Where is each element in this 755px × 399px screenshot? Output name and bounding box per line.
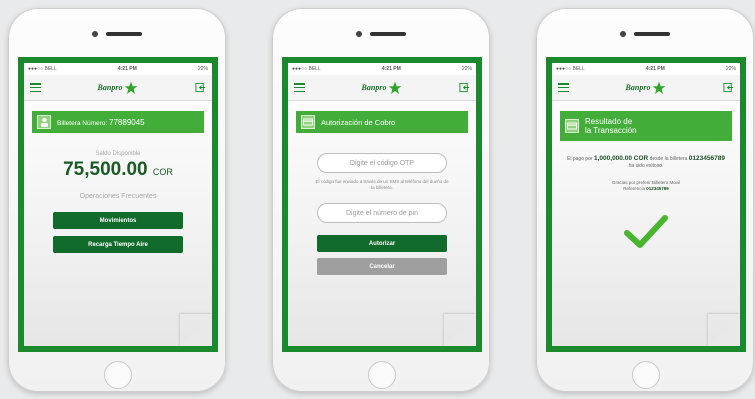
page-curl: [444, 314, 476, 346]
balance-amount: 75,500.00: [63, 159, 148, 180]
balance-label: Saldo Disponible: [95, 151, 141, 157]
screen-content: ●●●○○ BELL 4:21 PM 22% Banpro Resultado …: [552, 63, 740, 346]
speaker-slot: [370, 32, 406, 36]
reference-label: Referencia: [623, 186, 645, 191]
home-button[interactable]: [104, 361, 132, 389]
camera-dot: [620, 31, 626, 37]
payment-amount: 1,000,000.00 COR: [594, 155, 649, 162]
phone-frame-1: ●●●○○ BELL 4:21 PM 22% Banpro Billetera …: [8, 8, 226, 392]
user-icon: [37, 115, 51, 129]
camera-dot: [356, 31, 362, 37]
checkmark-icon: [624, 215, 668, 248]
brand-logo: Banpro: [98, 81, 139, 95]
status-carrier: ●●●○○ BELL: [556, 66, 585, 72]
authorization-banner: Autorización de Cobro: [296, 111, 468, 133]
movements-button[interactable]: Movimientos: [53, 212, 183, 229]
home-button[interactable]: [368, 361, 396, 389]
status-time: 4:21 PM: [381, 66, 401, 72]
otp-input[interactable]: Digite el código OTP: [317, 153, 447, 173]
result-text-prefix: El pago por: [567, 156, 593, 162]
logout-icon[interactable]: [723, 82, 734, 93]
authorization-title: Autorización de Cobro: [321, 117, 396, 127]
wallet-number: 77889045: [109, 117, 145, 127]
screen-content: ●●●○○ BELL 4:21 PM 22% Banpro Billetera …: [24, 63, 212, 346]
screen-wallet-home: ●●●○○ BELL 4:21 PM 22% Banpro Billetera …: [18, 57, 218, 352]
status-time: 4:21 PM: [117, 66, 137, 72]
phone-frame-2: ●●●○○ BELL 4:21 PM 22% Banpro Autorizaci…: [272, 8, 490, 392]
status-bar: ●●●○○ BELL 4:21 PM 22%: [288, 63, 476, 75]
camera-dot: [92, 31, 98, 37]
pin-input[interactable]: Digite el número de pin: [317, 203, 447, 223]
phone-frame-3: ●●●○○ BELL 4:21 PM 22% Banpro Resultado …: [536, 8, 754, 392]
status-carrier: ●●●○○ BELL: [292, 66, 321, 72]
phone-speaker: [537, 31, 753, 41]
status-carrier: ●●●○○ BELL: [28, 66, 57, 72]
frequent-operations-label: Operaciones Frecuentes: [79, 193, 157, 200]
phone-speaker: [9, 31, 225, 41]
screen-content: ●●●○○ BELL 4:21 PM 22% Banpro Autorizaci…: [288, 63, 476, 346]
result-banner: Resultado de la Transacción: [560, 111, 732, 141]
hamburger-menu-icon[interactable]: [558, 83, 569, 92]
wallet-number-banner: Billetera Número: 77889045: [32, 111, 204, 133]
card-payment-icon: [301, 115, 315, 129]
result-title-line1: Resultado de: [585, 117, 633, 126]
status-battery: 22%: [725, 66, 736, 72]
screen-transaction-result: ●●●○○ BELL 4:21 PM 22% Banpro Resultado …: [546, 57, 746, 352]
home-button[interactable]: [632, 361, 660, 389]
brand-logo: Banpro: [626, 81, 667, 95]
logo-text: Banpro: [625, 83, 651, 92]
status-battery: 22%: [197, 66, 208, 72]
balance-amount-row: 75,500.00 COR: [24, 159, 212, 181]
status-bar: ●●●○○ BELL 4:21 PM 22%: [24, 63, 212, 75]
app-header: Banpro: [24, 75, 212, 101]
app-header: Banpro: [288, 75, 476, 101]
speaker-slot: [106, 32, 142, 36]
status-battery: 22%: [461, 66, 472, 72]
thanks-message: Gracias por preferir Billetera Movil Ref…: [552, 180, 740, 192]
page-curl: [708, 314, 740, 346]
otp-sms-note: El código fue enviado a través de un SMS…: [315, 179, 449, 190]
balance-currency: COR: [152, 167, 173, 177]
source-wallet: 0123456789: [688, 155, 725, 162]
card-payment-icon: [565, 119, 579, 133]
page-curl: [180, 314, 212, 346]
logout-icon[interactable]: [195, 82, 206, 93]
logo-text: Banpro: [97, 83, 123, 92]
logout-icon[interactable]: [459, 82, 470, 93]
star-logo-icon: [125, 81, 138, 94]
result-text-middle: desde la billetera: [649, 156, 688, 162]
brand-logo: Banpro: [362, 81, 403, 95]
result-text-suffix: ha sido exitoso.: [628, 163, 664, 169]
hamburger-menu-icon[interactable]: [30, 83, 41, 92]
speaker-slot: [634, 32, 670, 36]
app-header: Banpro: [552, 75, 740, 101]
wallet-number-label: Billetera Número:: [57, 119, 108, 127]
status-bar: ●●●○○ BELL 4:21 PM 22%: [552, 63, 740, 75]
result-message: El pago por 1,000,000.00 COR desde la bi…: [552, 155, 740, 170]
authorize-button[interactable]: Autorizar: [317, 235, 447, 252]
star-logo-icon: [389, 81, 402, 94]
reference-number: 012345789: [646, 186, 669, 191]
cancel-button[interactable]: Cancelar: [317, 258, 447, 275]
result-title-line2: la Transacción: [585, 126, 637, 135]
status-time: 4:21 PM: [645, 66, 665, 72]
screen-payment-authorization: ●●●○○ BELL 4:21 PM 22% Banpro Autorizaci…: [282, 57, 482, 352]
phone-speaker: [273, 31, 489, 41]
star-logo-icon: [653, 81, 666, 94]
hamburger-menu-icon[interactable]: [294, 83, 305, 92]
logo-text: Banpro: [361, 83, 387, 92]
airtime-topup-button[interactable]: Recarga Tiempo Aire: [53, 236, 183, 253]
